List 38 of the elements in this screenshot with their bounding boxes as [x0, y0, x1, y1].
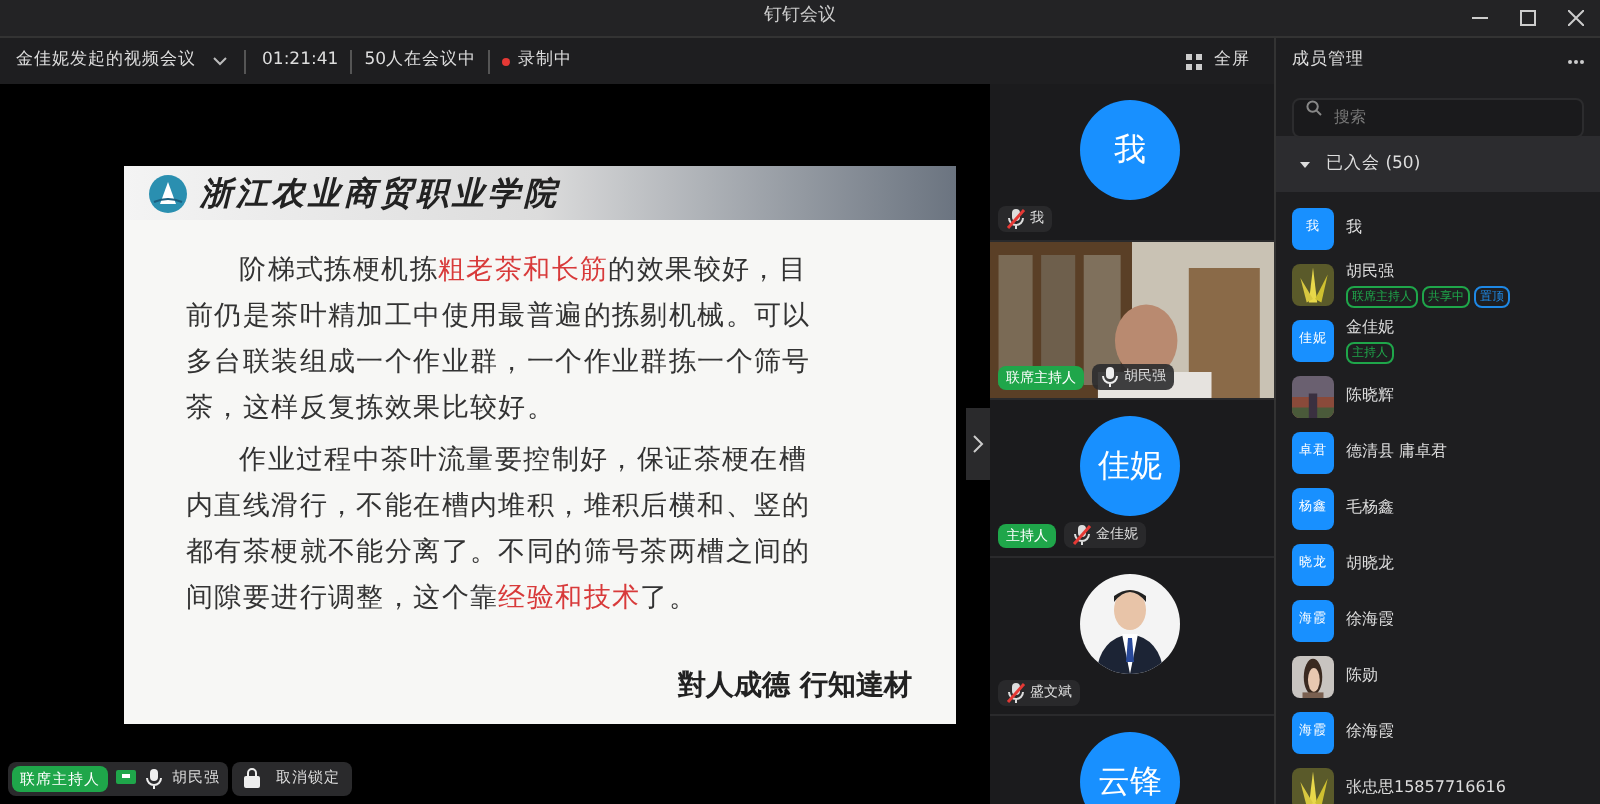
search-icon [1306, 100, 1322, 116]
member-name: 胡晓龙 [1346, 552, 1394, 576]
lock-icon [244, 768, 260, 788]
panel-title: 成员管理 [1292, 48, 1364, 74]
slide-motto: 對人成德 行知達材 [678, 668, 912, 706]
maximize-icon[interactable] [1520, 10, 1536, 26]
search-field[interactable]: 搜索 [1292, 97, 1584, 137]
slide-paragraph: 作业过程中茶叶流量要控制好，保证茶梗在槽内直线滑行，不能在槽内堆积，堆积后横和、竖的都有茶梗就不能分离了。不同的筛号茶两槽之间的间隙要进行调整，这个靠经验和技术了。 [186, 443, 813, 618]
school-logo-icon [148, 173, 188, 213]
slide-paragraph: 阶梯式拣梗机拣粗老茶和长筋的效果较好，目前仍是茶叶精加工中使用最普遍的拣剔机械。可以多台联装组成一个作业群，一个作业群拣一个筛号茶，这样反复拣效果比较好。 [186, 253, 813, 428]
member-name: 我 [1346, 216, 1362, 240]
member-row[interactable]: 陈晓辉 [1292, 368, 1584, 424]
member-name: 金佳妮 [1346, 316, 1394, 340]
section-header[interactable]: 已入会 (50) [1276, 136, 1600, 192]
member-name: 陈晓辉 [1346, 384, 1394, 408]
meeting-duration: 01:21:41 [262, 48, 339, 74]
meeting-title[interactable]: 金佳妮发起的视频会议 [16, 48, 196, 74]
microphone-icon [144, 767, 164, 789]
chevron-right-icon [972, 434, 984, 454]
member-name: 徐海霞 [1346, 720, 1394, 744]
member-name: 陈勋 [1346, 664, 1378, 688]
member-row[interactable]: 陈勋 [1292, 648, 1584, 704]
chevron-down-icon[interactable] [212, 55, 228, 67]
member-name: 毛杨鑫 [1346, 496, 1394, 520]
member-row[interactable]: 张忠思15857716616 [1292, 760, 1584, 804]
fullscreen-icon[interactable] [1186, 53, 1202, 69]
member-name: 胡民强 [1346, 260, 1396, 284]
member-name: 徐海霞 [1346, 608, 1394, 632]
member-name: 德清县 庸卓君 [1346, 440, 1448, 464]
expand-arrow-button[interactable] [966, 408, 990, 480]
fullscreen-button[interactable]: 全屏 [1214, 48, 1250, 74]
screen-share-icon [116, 770, 136, 786]
recording-status: 录制中 [518, 48, 573, 74]
window-title: 钉钉会议 [764, 4, 836, 31]
participant-count: 50人在会议中 [364, 48, 477, 74]
member-name: 张忠思15857716616 [1346, 776, 1506, 800]
school-name: 浙江农业商贸职业学院 [200, 171, 560, 215]
close-icon[interactable] [1568, 10, 1584, 26]
